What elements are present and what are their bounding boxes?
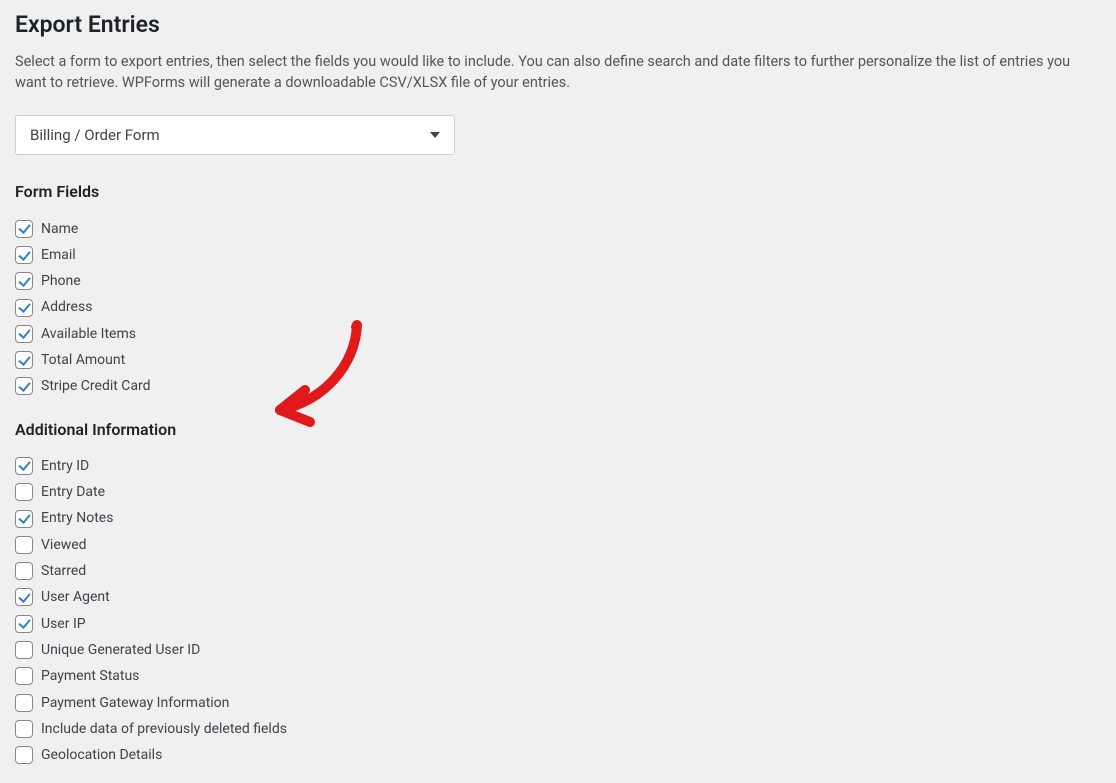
checkbox-row: Unique Generated User ID bbox=[15, 637, 1101, 663]
checkbox-label[interactable]: Email bbox=[41, 245, 76, 265]
checkbox-label[interactable]: Address bbox=[41, 297, 92, 317]
checkbox-row: Entry Date bbox=[15, 479, 1101, 505]
checkbox[interactable] bbox=[15, 510, 33, 528]
checkbox-row: Email bbox=[15, 242, 1101, 268]
checkbox-row: User Agent bbox=[15, 584, 1101, 610]
checkbox-label[interactable]: Entry Notes bbox=[41, 508, 113, 528]
checkbox-label[interactable]: Payment Gateway Information bbox=[41, 693, 229, 713]
checkbox-label[interactable]: Entry ID bbox=[41, 456, 89, 476]
checkbox-label[interactable]: Phone bbox=[41, 271, 81, 291]
checkbox-row: Starred bbox=[15, 558, 1101, 584]
checkbox[interactable] bbox=[15, 377, 33, 395]
checkbox-label[interactable]: Starred bbox=[41, 561, 86, 581]
checkbox[interactable] bbox=[15, 667, 33, 685]
checkbox-label[interactable]: Viewed bbox=[41, 535, 87, 555]
checkbox[interactable] bbox=[15, 536, 33, 554]
checkbox[interactable] bbox=[15, 246, 33, 264]
checkbox[interactable] bbox=[15, 720, 33, 738]
checkbox[interactable] bbox=[15, 641, 33, 659]
export-entries-panel: Export Entries Select a form to export e… bbox=[0, 8, 1116, 783]
checkbox[interactable] bbox=[15, 746, 33, 764]
checkbox-label[interactable]: Entry Date bbox=[41, 482, 105, 502]
checkbox-row: Payment Gateway Information bbox=[15, 690, 1101, 716]
form-select[interactable]: Billing / Order Form bbox=[15, 115, 455, 155]
form-fields-list: Name Email Phone Address Available Items Tota… bbox=[15, 216, 1101, 400]
checkbox-row: Payment Status bbox=[15, 663, 1101, 689]
additional-info-list: Entry ID Entry Date Entry Notes Viewed Starr… bbox=[15, 453, 1101, 769]
checkbox[interactable] bbox=[15, 299, 33, 317]
checkbox-label[interactable]: Payment Status bbox=[41, 666, 139, 686]
checkbox[interactable] bbox=[15, 272, 33, 290]
checkbox[interactable] bbox=[15, 325, 33, 343]
checkbox[interactable] bbox=[15, 457, 33, 475]
checkbox[interactable] bbox=[15, 694, 33, 712]
checkbox[interactable] bbox=[15, 615, 33, 633]
checkbox-label[interactable]: Available Items bbox=[41, 324, 136, 344]
form-fields-heading: Form Fields bbox=[15, 180, 1101, 203]
checkbox-row: Stripe Credit Card bbox=[15, 373, 1101, 399]
checkbox-row: Address bbox=[15, 294, 1101, 320]
checkbox[interactable] bbox=[15, 483, 33, 501]
checkbox[interactable] bbox=[15, 220, 33, 238]
page-title: Export Entries bbox=[15, 8, 1101, 41]
checkbox-label[interactable]: Unique Generated User ID bbox=[41, 640, 200, 660]
checkbox-row: Name bbox=[15, 216, 1101, 242]
checkbox-label[interactable]: Stripe Credit Card bbox=[41, 376, 151, 396]
checkbox-row: User IP bbox=[15, 611, 1101, 637]
checkbox-label[interactable]: Total Amount bbox=[41, 350, 125, 370]
checkbox-label[interactable]: User IP bbox=[41, 614, 86, 634]
form-select-value: Billing / Order Form bbox=[30, 125, 160, 147]
chevron-down-icon bbox=[430, 132, 440, 138]
checkbox-row: Available Items bbox=[15, 321, 1101, 347]
checkbox-row: Geolocation Details bbox=[15, 742, 1101, 768]
checkbox[interactable] bbox=[15, 351, 33, 369]
checkbox-row: Include data of previously deleted field… bbox=[15, 716, 1101, 742]
checkbox[interactable] bbox=[15, 562, 33, 580]
checkbox[interactable] bbox=[15, 588, 33, 606]
checkbox-row: Viewed bbox=[15, 532, 1101, 558]
checkbox-row: Entry ID bbox=[15, 453, 1101, 479]
checkbox-row: Entry Notes bbox=[15, 505, 1101, 531]
checkbox-label[interactable]: Name bbox=[41, 219, 78, 239]
additional-info-heading: Additional Information bbox=[15, 418, 1101, 441]
checkbox-row: Total Amount bbox=[15, 347, 1101, 373]
checkbox-label[interactable]: Include data of previously deleted field… bbox=[41, 719, 287, 739]
page-description: Select a form to export entries, then se… bbox=[15, 51, 1095, 93]
checkbox-label[interactable]: User Agent bbox=[41, 587, 110, 607]
checkbox-label[interactable]: Geolocation Details bbox=[41, 745, 162, 765]
checkbox-row: Phone bbox=[15, 268, 1101, 294]
